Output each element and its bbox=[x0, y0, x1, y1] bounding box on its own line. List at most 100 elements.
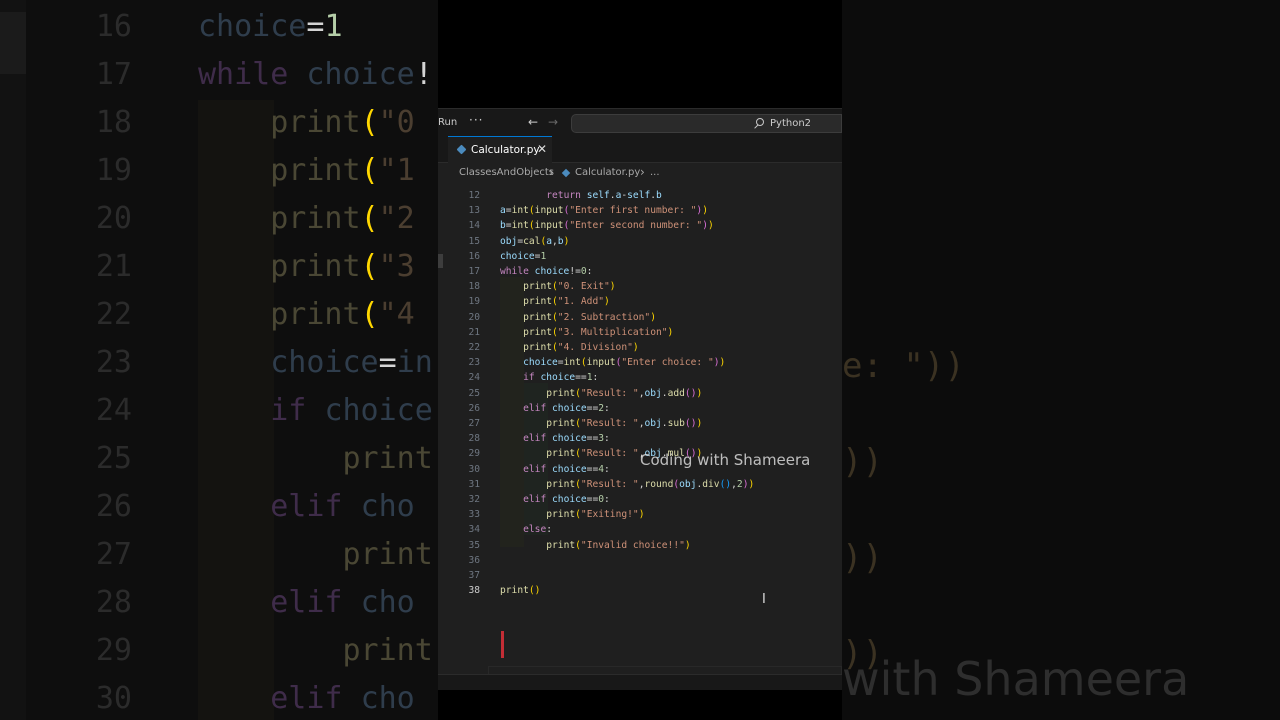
code-text: print("Invalid choice!!") bbox=[546, 539, 691, 551]
background-code-fragment: e: ")) bbox=[842, 346, 965, 386]
code-line[interactable]: 12 return self.a-self.b bbox=[438, 188, 842, 203]
code-text: print("3. Multiplication") bbox=[523, 326, 674, 338]
code-line[interactable]: 18 print("0. Exit") bbox=[438, 279, 842, 294]
code-text: print("0. Exit") bbox=[523, 281, 616, 293]
search-icon bbox=[756, 118, 764, 126]
line-number: 12 bbox=[468, 190, 480, 201]
python-file-icon bbox=[456, 144, 467, 155]
line-number: 36 bbox=[468, 554, 480, 566]
code-text: choice=int(input("Enter choice: ")) bbox=[523, 357, 726, 369]
code-line[interactable]: 22 print("4. Division") bbox=[438, 340, 842, 355]
line-number: 26 bbox=[468, 402, 480, 414]
code-line[interactable]: 23 choice=int(input("Enter choice: ")) bbox=[438, 355, 842, 370]
breadcrumb-folder[interactable]: ClassesAndObjects bbox=[459, 167, 554, 178]
code-line[interactable]: 32 elif choice==0: bbox=[438, 492, 842, 507]
background-code-line: 19 print("1 bbox=[95, 153, 415, 188]
code-line[interactable]: 20 print("2. Subtraction") bbox=[438, 310, 842, 325]
code-text: print("Result: ",obj.sub()) bbox=[546, 418, 703, 429]
background-code-line: 20 print("2 bbox=[95, 201, 415, 236]
line-number: 21 bbox=[468, 326, 480, 338]
line-number: 29 bbox=[468, 448, 480, 460]
code-line[interactable]: 28 elif choice==3: bbox=[438, 431, 842, 446]
code-line[interactable]: 14 b=int(input("Enter second number: ")) bbox=[438, 218, 842, 233]
background-blur-left: 16 choice=1 17 while choice! 18 print("0 19 p… bbox=[0, 0, 438, 720]
code-line[interactable]: 38 print() bbox=[438, 583, 842, 598]
background-code-line: 21 print("3 bbox=[95, 249, 415, 284]
close-icon[interactable]: ✕ bbox=[537, 142, 547, 156]
code-line[interactable]: 16 choice=1 bbox=[438, 249, 842, 264]
background-paren: )) bbox=[842, 442, 883, 482]
code-text: elif choice==4: bbox=[523, 463, 610, 475]
line-number: 13 bbox=[468, 205, 480, 217]
line-number: 15 bbox=[468, 235, 480, 247]
code-text: print() bbox=[500, 585, 541, 597]
breadcrumb-file[interactable]: Calculator.py bbox=[575, 167, 640, 178]
status-bar bbox=[438, 674, 842, 690]
command-center-label: Python2 bbox=[770, 118, 812, 129]
code-text: if choice==1: bbox=[523, 372, 599, 384]
run-menu[interactable]: Run bbox=[438, 117, 457, 128]
background-code-line: 26 elif cho bbox=[95, 489, 415, 524]
line-number: 31 bbox=[468, 478, 480, 490]
line-number: 25 bbox=[468, 387, 480, 399]
line-number: 20 bbox=[468, 311, 480, 323]
code-line[interactable]: 36 bbox=[438, 553, 842, 568]
breadcrumb: ClassesAndObjects › Calculator.py › ... bbox=[438, 164, 842, 184]
code-line[interactable]: 24 if choice==1: bbox=[438, 370, 842, 385]
code-text: choice=1 bbox=[500, 250, 547, 262]
line-number: 19 bbox=[468, 296, 480, 308]
code-text: print("1. Add") bbox=[523, 296, 610, 308]
background-blur-right: e: ")) )) )) )) bbox=[842, 0, 1280, 720]
code-text: obj=cal(a,b) bbox=[500, 235, 570, 247]
code-line[interactable]: 21 print("3. Multiplication") bbox=[438, 325, 842, 340]
scrollbar-marker[interactable] bbox=[438, 254, 443, 268]
background-watermark: with Shameera bbox=[842, 652, 1190, 706]
text-cursor-icon: I bbox=[762, 592, 766, 607]
code-text: return self.a-self.b bbox=[546, 190, 662, 201]
more-menu-icon[interactable]: ··· bbox=[469, 113, 483, 127]
code-line[interactable]: 37 bbox=[438, 568, 842, 583]
title-bar: Run ··· ← → Python2 bbox=[438, 108, 842, 136]
code-area[interactable]: 12 return self.a-self.b 13 a=int(input("En… bbox=[438, 186, 842, 682]
back-arrow-icon[interactable]: ← bbox=[528, 115, 538, 129]
tab-calculator-py[interactable]: Calculator.py ✕ bbox=[448, 136, 552, 163]
tab-bar: Calculator.py ✕ bbox=[438, 136, 842, 163]
code-line[interactable]: 34 else: bbox=[438, 522, 842, 537]
background-code-line: 23 choice=in bbox=[95, 345, 433, 380]
forward-arrow-icon[interactable]: → bbox=[548, 115, 558, 129]
line-number: 34 bbox=[468, 524, 480, 536]
background-code-line: 25 print bbox=[95, 441, 433, 476]
background-code-line: 16 choice=1 bbox=[95, 9, 343, 44]
python-file-icon bbox=[561, 168, 571, 178]
tab-label: Calculator.py bbox=[471, 144, 540, 156]
breadcrumb-symbol[interactable]: ... bbox=[650, 167, 660, 178]
code-line[interactable]: 33 print("Exiting!") bbox=[438, 507, 842, 522]
code-line[interactable]: 25 print("Result: ",obj.add()) bbox=[438, 386, 842, 401]
chevron-right-icon: › bbox=[549, 165, 554, 179]
line-number: 32 bbox=[468, 494, 480, 505]
code-line[interactable]: 13 a=int(input("Enter first number: ")) bbox=[438, 203, 842, 218]
background-paren: )) bbox=[842, 538, 883, 578]
command-center-search[interactable]: Python2 bbox=[571, 114, 842, 133]
line-number: 23 bbox=[468, 357, 480, 369]
code-line[interactable]: 27 print("Result: ",obj.sub()) bbox=[438, 416, 842, 431]
code-line[interactable]: 17 while choice!=0: bbox=[438, 264, 842, 279]
code-text: b=int(input("Enter second number: ")) bbox=[500, 220, 714, 232]
line-number: 30 bbox=[468, 463, 480, 475]
code-line[interactable]: 31 print("Result: ",round(obj.div(),2)) bbox=[438, 477, 842, 492]
line-number: 28 bbox=[468, 433, 480, 445]
background-code-line: 24 if choice bbox=[95, 393, 433, 428]
code-line[interactable]: 35 print("Invalid choice!!") bbox=[438, 538, 842, 553]
watermark: Coding with Shameera bbox=[640, 451, 811, 469]
background-code-line: 28 elif cho bbox=[95, 585, 415, 620]
line-number: 33 bbox=[468, 509, 480, 521]
line-number: 16 bbox=[468, 250, 480, 262]
line-number: 22 bbox=[468, 342, 480, 353]
code-text: print("Result: ",obj.add()) bbox=[546, 387, 703, 399]
line-number: 35 bbox=[468, 539, 480, 551]
background-code-line: 22 print("4 bbox=[95, 297, 415, 332]
code-line[interactable]: 15 obj=cal(a,b) bbox=[438, 234, 842, 249]
code-line[interactable]: 19 print("1. Add") bbox=[438, 294, 842, 309]
line-number: 37 bbox=[468, 570, 480, 581]
code-line[interactable]: 26 elif choice==2: bbox=[438, 401, 842, 416]
